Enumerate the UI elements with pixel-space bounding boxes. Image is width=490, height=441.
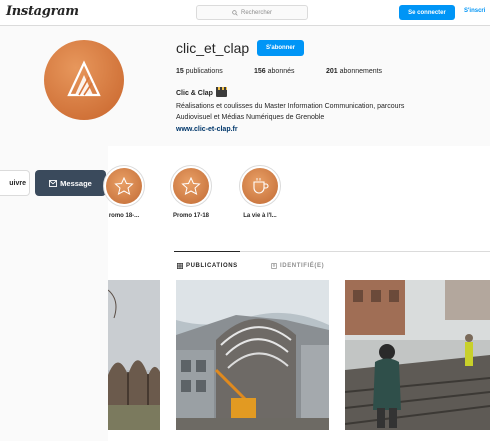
message-button[interactable]: Message: [35, 170, 106, 196]
publications-count: 15: [176, 68, 184, 75]
stat-followers[interactable]: 156 abonnés: [254, 68, 295, 75]
highlight-cover: [103, 165, 145, 207]
highlight-item[interactable]: La vie à l'I...: [238, 165, 282, 219]
tab-tagged[interactable]: IDENTIFIÉ(E): [271, 263, 324, 269]
search-placeholder: Rechercher: [240, 9, 272, 16]
stat-following[interactable]: 201 abonnements: [326, 68, 382, 75]
post-thumbnail-railway[interactable]: [345, 280, 490, 430]
followers-count: 156: [254, 68, 266, 75]
instagram-logo[interactable]: Instagram: [6, 4, 79, 19]
clapperboard-icon: [215, 87, 227, 97]
login-button[interactable]: Se connecter: [399, 5, 455, 20]
highlight-item[interactable]: romo 18-...: [102, 165, 146, 219]
followers-label: abonnés: [267, 68, 295, 75]
highlight-cover: [239, 165, 281, 207]
follow-button[interactable]: S'abonner: [257, 40, 304, 56]
follow-partial-button[interactable]: uivre: [0, 170, 30, 196]
post-thumbnail-park[interactable]: [108, 280, 160, 430]
bio-line-1: Réalisations et coulisses du Master Info…: [176, 103, 405, 110]
profile-bio: Réalisations et coulisses du Master Info…: [176, 101, 466, 123]
tab-publications[interactable]: PUBLICATIONS: [177, 263, 238, 269]
stat-publications: 15 publications: [176, 68, 223, 75]
bio-line-2: Audiovisuel et Médias Numériques de Gren…: [176, 114, 325, 121]
tag-icon: [271, 263, 277, 269]
tab-tagged-label: IDENTIFIÉ(E): [280, 263, 325, 269]
search-icon: [232, 9, 238, 16]
grid-icon: [177, 263, 183, 269]
star-badge-icon: [181, 177, 201, 195]
coffee-cup-icon: [253, 178, 269, 194]
following-label: abonnements: [339, 68, 383, 75]
following-count: 201: [326, 68, 338, 75]
highlight-label: romo 18-...: [108, 213, 140, 219]
publications-label: publications: [185, 68, 223, 75]
full-name-text: Clic & Clap: [176, 89, 213, 97]
profile-avatar[interactable]: [44, 40, 124, 120]
highlight-label: Promo 17-18: [172, 213, 209, 219]
profile-full-name: Clic & Clap: [176, 87, 227, 97]
message-label: Message: [60, 178, 92, 188]
highlight-item[interactable]: Promo 17-18: [169, 165, 213, 219]
post-thumbnail-building[interactable]: [176, 280, 329, 430]
star-badge-icon: [114, 177, 134, 195]
highlight-label: La vie à l'I...: [243, 213, 277, 219]
signup-link[interactable]: S'inscri: [464, 8, 485, 14]
profile-username: clic_et_clap: [176, 40, 250, 56]
top-navigation-bar: Instagram Rechercher Se connecter S'insc…: [0, 0, 490, 26]
active-tab-indicator: [174, 251, 240, 252]
envelope-icon: [49, 179, 58, 187]
highlight-cover: [170, 165, 212, 207]
clic-et-clap-logo-icon: [67, 60, 101, 97]
search-input[interactable]: Rechercher: [196, 5, 308, 20]
tab-publications-label: PUBLICATIONS: [186, 263, 238, 269]
profile-website-link[interactable]: www.clic-et-clap.fr: [176, 126, 238, 133]
